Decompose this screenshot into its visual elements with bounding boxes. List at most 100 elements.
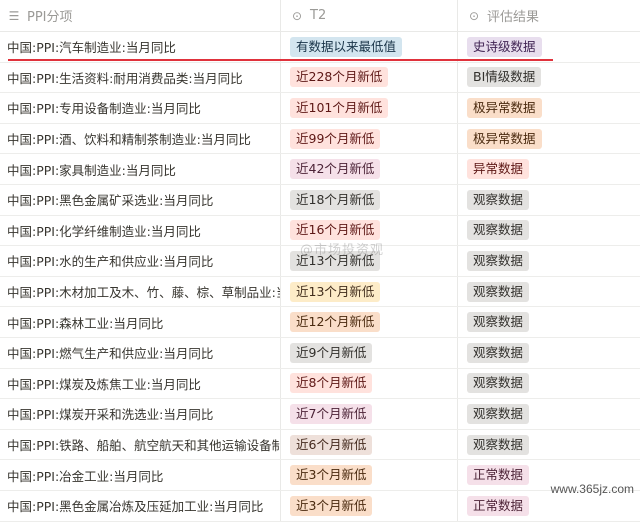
eval-cell[interactable]: 观察数据: [458, 338, 640, 368]
table-row[interactable]: 中国:PPI:森林工业:当月同比 近12个月新低 观察数据: [0, 307, 640, 338]
t2-cell[interactable]: 近42个月新低: [281, 154, 458, 184]
eval-cell[interactable]: 观察数据: [458, 430, 640, 460]
table-row[interactable]: 中国:PPI:煤炭及炼焦工业:当月同比 近8个月新低 观察数据: [0, 368, 640, 400]
table-row[interactable]: 中国:PPI:黑色金属矿采选业:当月同比 近18个月新低 观察数据: [0, 184, 640, 216]
ppi-name-cell[interactable]: 中国:PPI:黑色金属矿采选业:当月同比: [0, 184, 281, 215]
eval-cell[interactable]: 观察数据: [458, 277, 640, 307]
eval-cell[interactable]: 观察数据: [458, 307, 640, 337]
eval-tag: 正常数据: [467, 465, 530, 486]
eval-tag: 史诗级数据: [467, 36, 542, 57]
t2-cell[interactable]: 近8个月新低: [281, 368, 458, 399]
t2-cell[interactable]: 近13个月新低: [281, 276, 458, 307]
table-row[interactable]: 中国:PPI:黑色金属冶炼及压延加工业:当月同比 近3个月新低 正常数据: [0, 490, 640, 522]
eval-tag: 观察数据: [467, 373, 530, 394]
table-row[interactable]: 中国:PPI:生活资料:耐用消费品类:当月同比 近228个月新低 BI情级数据: [0, 62, 640, 94]
eval-cell[interactable]: 观察数据: [458, 399, 640, 429]
header-t2-column[interactable]: ⊙ T2: [281, 0, 458, 31]
t2-tag: 近6个月新低: [290, 434, 373, 455]
eval-cell[interactable]: 史诗级数据: [458, 32, 640, 62]
eval-cell[interactable]: 异常数据: [458, 154, 640, 184]
t2-cell[interactable]: 有数据以来最低值: [281, 32, 458, 62]
t2-cell[interactable]: 近7个月新低: [281, 399, 458, 429]
t2-tag: 近101个月新低: [290, 97, 389, 118]
eval-tag: 观察数据: [467, 189, 530, 210]
table-row[interactable]: 中国:PPI:燃气生产和供应业:当月同比 近9个月新低 观察数据: [0, 337, 640, 369]
eval-cell[interactable]: 观察数据: [458, 185, 640, 215]
eval-cell[interactable]: 极异常数据: [458, 124, 640, 154]
table-row[interactable]: 中国:PPI:酒、饮料和精制茶制造业:当月同比 近99个月新低 极异常数据: [0, 123, 640, 155]
table-row[interactable]: 中国:PPI:汽车制造业:当月同比 有数据以来最低值 史诗级数据: [0, 32, 640, 63]
ppi-name-text: 中国:PPI:专用设备制造业:当月同比: [7, 101, 201, 117]
ppi-name-cell[interactable]: 中国:PPI:化学纤维制造业:当月同比: [0, 215, 281, 246]
eval-cell[interactable]: 极异常数据: [458, 93, 640, 123]
t2-cell[interactable]: 近16个月新低: [281, 215, 458, 246]
eval-cell[interactable]: 观察数据: [458, 369, 640, 399]
header-eval-label: 评估结果: [487, 10, 540, 25]
t2-tag: 近16个月新低: [290, 220, 381, 241]
eval-cell[interactable]: 观察数据: [458, 246, 640, 276]
highlight-underline: [8, 59, 553, 61]
table-body: 中国:PPI:汽车制造业:当月同比 有数据以来最低值 史诗级数据中国:PPI:生活资…: [0, 32, 640, 522]
ppi-name-cell[interactable]: 中国:PPI:黑色金属冶炼及压延加工业:当月同比: [0, 490, 281, 521]
ppi-name-cell[interactable]: 中国:PPI:煤炭及炼焦工业:当月同比: [0, 368, 281, 399]
ppi-name-cell[interactable]: 中国:PPI:生活资料:耐用消费品类:当月同比: [0, 62, 281, 93]
ppi-name-text: 中国:PPI:冶金工业:当月同比: [7, 468, 164, 484]
ppi-name-text: 中国:PPI:化学纤维制造业:当月同比: [7, 223, 201, 239]
ppi-name-text: 中国:PPI:汽车制造业:当月同比: [7, 40, 176, 56]
header-ppi-column[interactable]: ☰ PPI分项: [0, 0, 281, 31]
t2-cell[interactable]: 近13个月新低: [281, 246, 458, 276]
eval-tag: 观察数据: [467, 403, 530, 424]
t2-cell[interactable]: 近12个月新低: [281, 307, 458, 337]
t2-tag: 近42个月新低: [290, 159, 381, 180]
t2-cell[interactable]: 近228个月新低: [281, 62, 458, 93]
ppi-name-cell[interactable]: 中国:PPI:燃气生产和供应业:当月同比: [0, 337, 281, 368]
table-header: ☰ PPI分项 ⊙ T2 ⊙ 评估结果: [0, 0, 640, 32]
ppi-name-cell[interactable]: 中国:PPI:森林工业:当月同比: [0, 307, 281, 337]
ppi-name-text: 中国:PPI:酒、饮料和精制茶制造业:当月同比: [7, 132, 251, 148]
header-eval-column[interactable]: ⊙ 评估结果: [458, 0, 640, 31]
ppi-name-text: 中国:PPI:森林工业:当月同比: [7, 315, 164, 331]
header-ppi-label: PPI分项: [27, 10, 73, 25]
t2-tag: 近12个月新低: [290, 312, 381, 333]
ppi-name-cell[interactable]: 中国:PPI:木材加工及木、竹、藤、棕、草制品业:当: [0, 276, 281, 307]
ppi-name-cell[interactable]: 中国:PPI:酒、饮料和精制茶制造业:当月同比: [0, 123, 281, 154]
table-row[interactable]: 中国:PPI:木材加工及木、竹、藤、棕、草制品业:当 近13个月新低 观察数据: [0, 276, 640, 308]
eval-tag: 正常数据: [467, 495, 530, 516]
t2-cell[interactable]: 近18个月新低: [281, 184, 458, 215]
eval-tag: 极异常数据: [467, 128, 542, 149]
eval-tag: BI情级数据: [467, 67, 542, 88]
t2-tag: 近7个月新低: [290, 403, 373, 424]
ppi-name-cell[interactable]: 中国:PPI:汽车制造业:当月同比: [0, 32, 281, 62]
corner-watermark: www.365jz.com: [550, 482, 634, 496]
eval-tag: 观察数据: [467, 220, 530, 241]
t2-cell[interactable]: 近101个月新低: [281, 93, 458, 123]
t2-cell[interactable]: 近99个月新低: [281, 123, 458, 154]
t2-tag: 近18个月新低: [290, 189, 381, 210]
ppi-name-cell[interactable]: 中国:PPI:水的生产和供应业:当月同比: [0, 246, 281, 276]
ppi-name-cell[interactable]: 中国:PPI:专用设备制造业:当月同比: [0, 93, 281, 123]
eval-tag: 观察数据: [467, 342, 530, 363]
table-row[interactable]: 中国:PPI:专用设备制造业:当月同比 近101个月新低 极异常数据: [0, 93, 640, 124]
t2-tag: 近9个月新低: [290, 342, 373, 363]
eval-cell[interactable]: 观察数据: [458, 216, 640, 246]
ppi-name-cell[interactable]: 中国:PPI:煤炭开采和洗选业:当月同比: [0, 399, 281, 429]
table-row[interactable]: 中国:PPI:冶金工业:当月同比 近3个月新低 正常数据: [0, 460, 640, 491]
ppi-name-cell[interactable]: 中国:PPI:家具制造业:当月同比: [0, 154, 281, 184]
ppi-name-cell[interactable]: 中国:PPI:铁路、船舶、航空航天和其他运输设备制: [0, 429, 281, 460]
t2-cell[interactable]: 近6个月新低: [281, 429, 458, 460]
list-icon: ☰: [8, 8, 20, 23]
table-row[interactable]: 中国:PPI:家具制造业:当月同比 近42个月新低 异常数据: [0, 154, 640, 185]
ppi-name-text: 中国:PPI:煤炭开采和洗选业:当月同比: [7, 407, 214, 423]
table-row[interactable]: 中国:PPI:化学纤维制造业:当月同比 近16个月新低 观察数据: [0, 215, 640, 247]
ppi-name-cell[interactable]: 中国:PPI:冶金工业:当月同比: [0, 460, 281, 490]
t2-cell[interactable]: 近9个月新低: [281, 337, 458, 368]
table-row[interactable]: 中国:PPI:煤炭开采和洗选业:当月同比 近7个月新低 观察数据: [0, 399, 640, 430]
table-row[interactable]: 中国:PPI:水的生产和供应业:当月同比 近13个月新低 观察数据: [0, 246, 640, 277]
t2-cell[interactable]: 近3个月新低: [281, 490, 458, 521]
t2-tag: 有数据以来最低值: [290, 36, 403, 57]
circle-chevron-icon: ⊙: [291, 8, 303, 23]
eval-cell[interactable]: BI情级数据: [458, 63, 640, 93]
eval-tag: 观察数据: [467, 434, 530, 455]
table-row[interactable]: 中国:PPI:铁路、船舶、航空航天和其他运输设备制 近6个月新低 观察数据: [0, 429, 640, 461]
t2-cell[interactable]: 近3个月新低: [281, 460, 458, 490]
